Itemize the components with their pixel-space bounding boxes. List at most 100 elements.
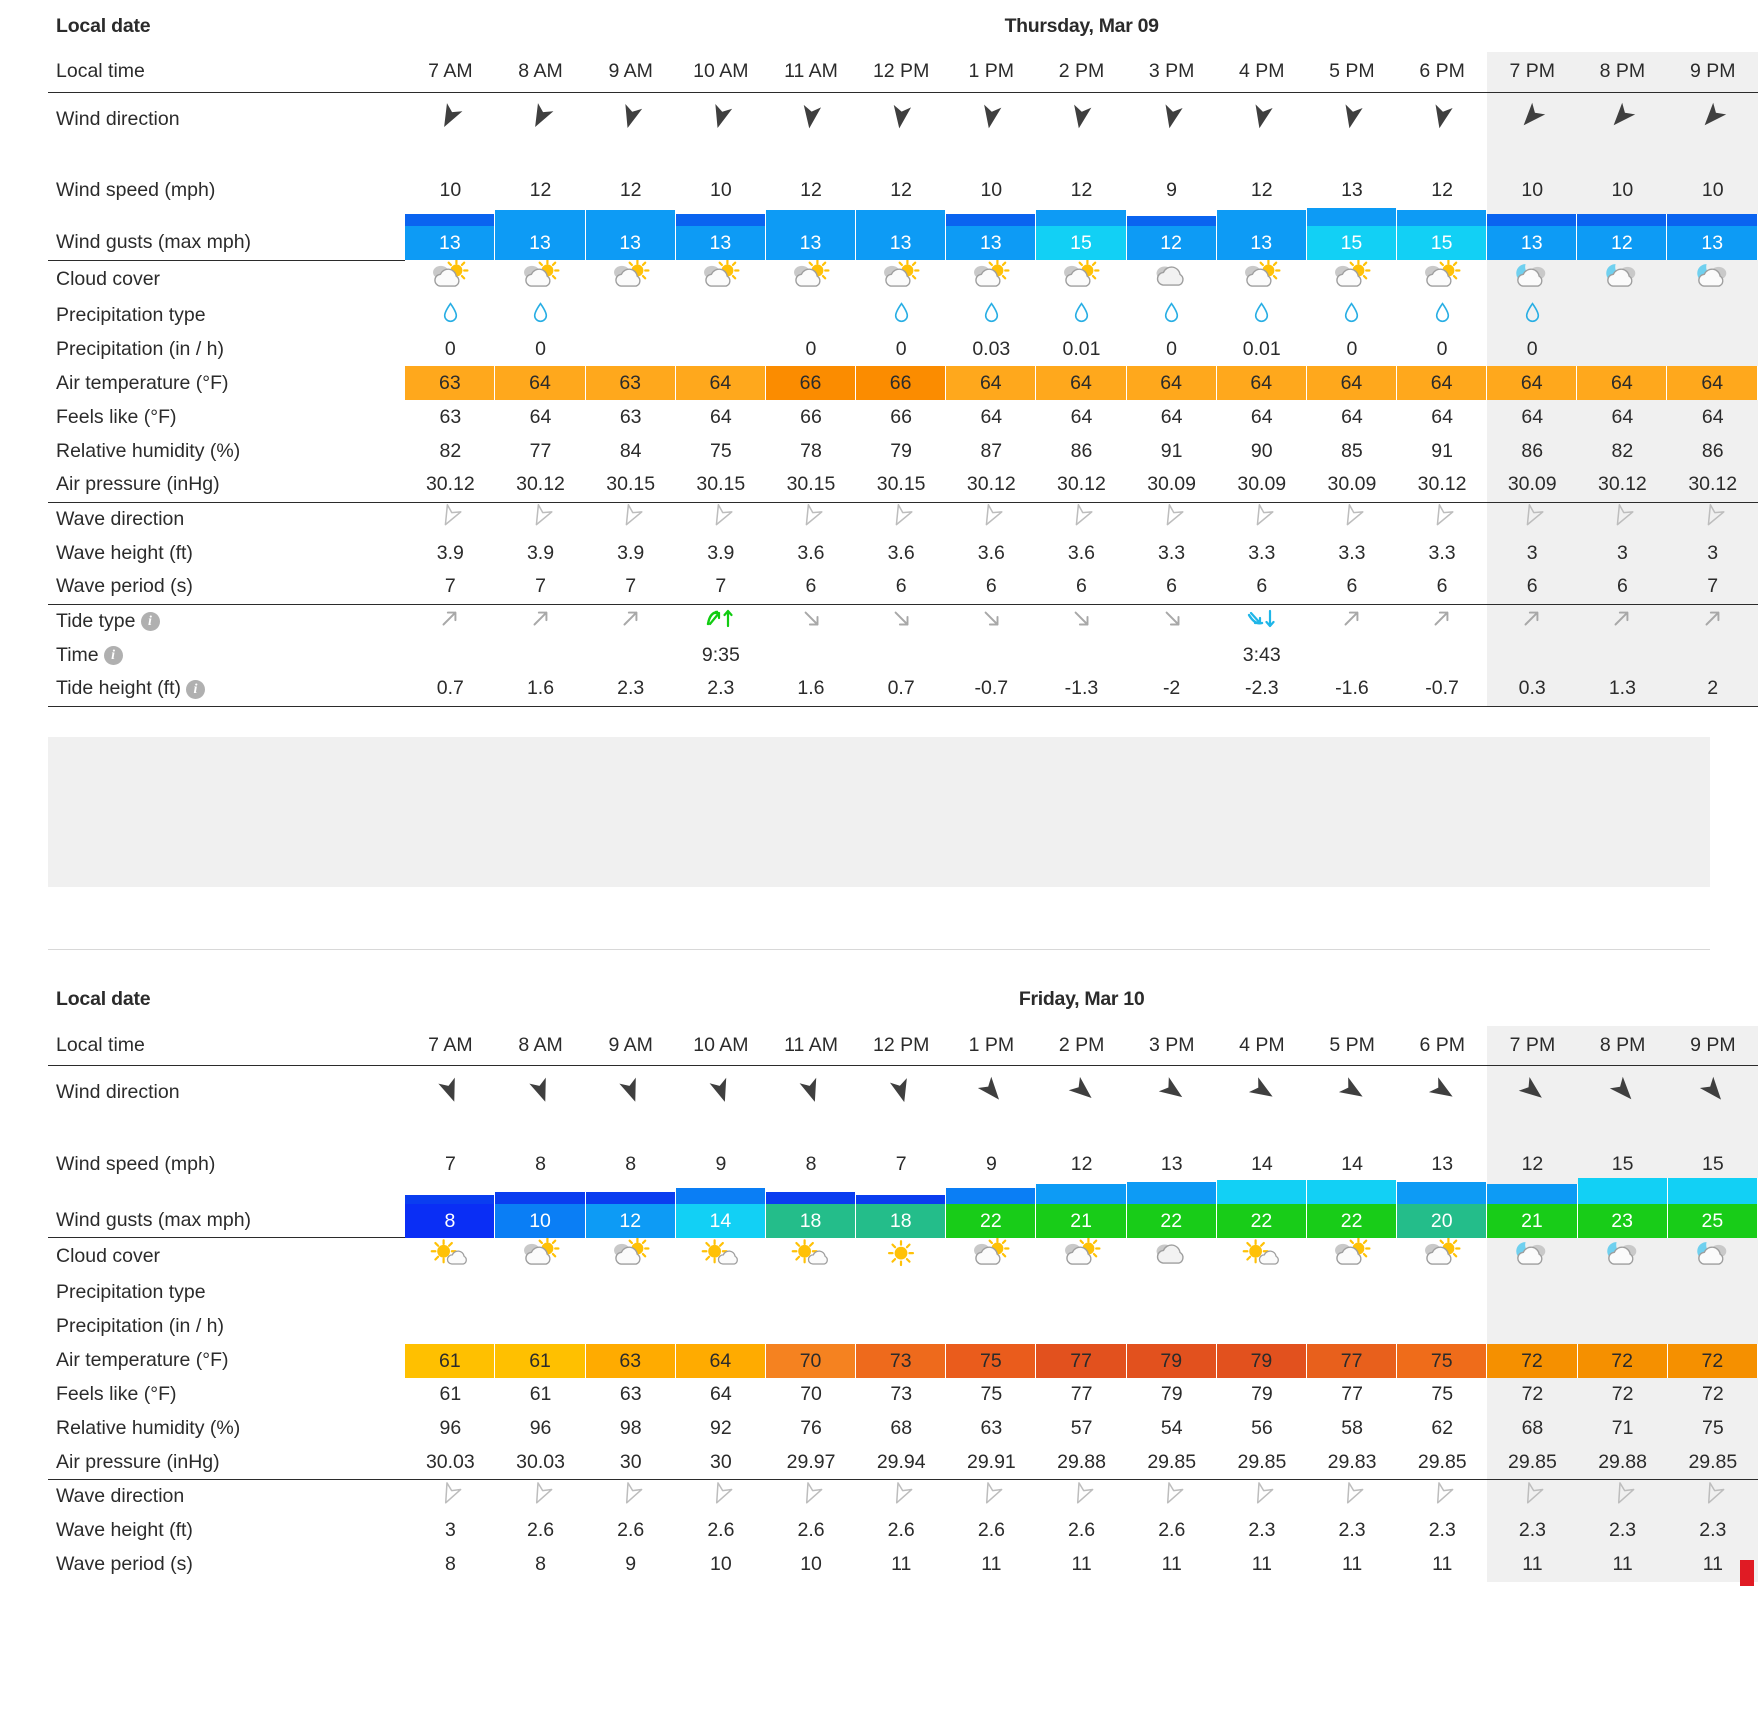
row-label-text: Air temperature (°F) [56, 371, 229, 394]
wind-speed-value: 14 [1341, 1152, 1363, 1175]
relative-humidity-value: 56 [1251, 1417, 1273, 1439]
feels-like-value: 73 [890, 1383, 913, 1405]
air-temperature-value: 64 [1036, 366, 1127, 400]
precipitation-amount-value: 0.01 [1062, 337, 1101, 360]
air-temperature-value: 73 [856, 1343, 947, 1378]
row-label-text: Tide type [56, 609, 136, 632]
air-pressure-value: 30.03 [405, 1445, 496, 1480]
wind-speed-bar [1487, 1177, 1578, 1204]
wind-speed-bar [765, 204, 857, 226]
row-label-text: Tide height (ft) [56, 677, 181, 700]
column-header-hour: 10 AM [675, 52, 766, 93]
air-temperature-value: 72 [1577, 1343, 1668, 1378]
row-label-text: Precipitation type [56, 1281, 206, 1303]
wind-speed-value: 13 [1431, 1152, 1454, 1175]
wave-height-value: 2.6 [707, 1519, 735, 1541]
precipitation-amount-value: 0 [444, 337, 456, 360]
wind-gust-value: 22 [1216, 1203, 1307, 1238]
wind-speed-value: 8 [805, 1152, 817, 1175]
precipitation-drop-icon [1397, 298, 1487, 332]
row-wind-speed-bar [48, 1177, 1758, 1204]
wave-height-value: 3 [444, 1519, 456, 1541]
row-label: Wave period (s) [48, 1548, 405, 1582]
precipitation-empty [1036, 1276, 1126, 1310]
tide-time-value [1487, 638, 1578, 672]
precipitation-empty [1577, 1275, 1668, 1310]
relative-humidity-value: 84 [619, 439, 642, 462]
column-header-hour: 8 PM [1577, 52, 1668, 93]
wind-arrow-icon [676, 1066, 766, 1120]
wind-speed-bar [1126, 1178, 1217, 1204]
wave-period-value: 6 [1577, 570, 1668, 605]
tide-height-value: 0.3 [1487, 672, 1578, 707]
wave-height-value: 3.6 [1067, 541, 1095, 564]
row-label-text: Air temperature (°F) [56, 1349, 229, 1371]
tide-time-value [405, 638, 495, 672]
wind-arrow-icon [1217, 1066, 1307, 1120]
tide-height-value: 2.3 [585, 672, 676, 707]
air-temperature-value: 64 [1216, 366, 1307, 400]
wave-height-value: 2.3 [1667, 1513, 1758, 1548]
feels-like-value: 70 [800, 1383, 822, 1405]
air-temperature-value: 75 [946, 1343, 1037, 1378]
wind-speed-value: 15 [1577, 1119, 1668, 1178]
tide-rising-icon [1577, 604, 1668, 638]
wind-arrow-icon [1397, 1066, 1487, 1120]
partly-cloudy-day-icon [1397, 1236, 1487, 1276]
row-label-text: Wave period (s) [56, 1553, 193, 1575]
column-header-hour: 5 PM [1307, 1025, 1398, 1066]
feels-like-value: 64 [1667, 400, 1758, 434]
row-feels-like: Feels like (°F) 61 61 63 64 70 73 75 77 79 79 77 75 7… [48, 1377, 1758, 1412]
wave-period-value: 10 [800, 1553, 822, 1575]
column-header-hour: 3 PM [1126, 1025, 1217, 1066]
wave-period-value: 9 [625, 1553, 637, 1575]
wave-height-value: 3.3 [1248, 541, 1276, 564]
precipitation-empty [676, 1276, 766, 1310]
wave-height-value: 2.6 [887, 1519, 915, 1541]
feels-like-value: 77 [1341, 1383, 1363, 1405]
wind-gust-value: 22 [1126, 1203, 1217, 1238]
precipitation-empty [946, 1276, 1036, 1310]
info-icon[interactable]: i [186, 679, 205, 699]
precipitation-amount-value [676, 1310, 766, 1344]
red-marker [1740, 1559, 1754, 1586]
partly-cloudy-night-icon [1577, 1237, 1668, 1276]
row-label-text: Feels like (°F) [56, 405, 177, 428]
tide-height-value: -2.3 [1216, 672, 1307, 707]
feels-like-value: 64 [1250, 405, 1273, 428]
row-label-text: Relative humidity (%) [56, 1417, 241, 1439]
wave-arrow-icon [1667, 1479, 1758, 1514]
precipitation-amount-value [586, 332, 676, 366]
relative-humidity-value: 54 [1160, 1417, 1183, 1439]
tide-rising-icon [1667, 604, 1758, 638]
wave-arrow-icon [1577, 502, 1668, 536]
wind-arrow-icon [1127, 92, 1217, 146]
row-air-pressure: Air pressure (inHg) 30.12 30.12 30.15 30.15 3… [48, 468, 1758, 503]
partly-cloudy-day-icon [405, 259, 495, 298]
wave-arrow-icon [1036, 1480, 1126, 1514]
feels-like-value: 64 [529, 405, 552, 428]
precipitation-empty [586, 1276, 676, 1310]
row-label: Local time [48, 1025, 406, 1066]
wind-gust-value: 13 [1216, 226, 1307, 260]
tide-height-value: -1.6 [1306, 672, 1397, 707]
row-label: Wind speed (mph) [48, 1120, 405, 1178]
row-label-text: Cloud cover [56, 267, 161, 290]
wind-arrow-icon [856, 1066, 946, 1120]
wind-speed-value: 10 [709, 179, 732, 201]
info-icon[interactable]: i [103, 645, 123, 665]
tide-height-value: -1.3 [1036, 672, 1127, 707]
row-label: Local time [48, 52, 406, 93]
wave-period-value: 11 [1577, 1547, 1668, 1582]
wind-arrow-icon [586, 1066, 676, 1120]
wind-speed-value: 12 [619, 179, 642, 201]
column-header-hour: 6 PM [1397, 52, 1488, 93]
wind-gust-value: 25 [1667, 1203, 1758, 1238]
wind-speed-value: 10 [1487, 146, 1578, 204]
wind-speed-value: 8 [625, 1152, 637, 1175]
info-icon[interactable]: i [140, 612, 160, 632]
wave-arrow-icon [495, 502, 585, 536]
relative-humidity-value: 86 [1667, 434, 1758, 468]
tide-time-value [946, 638, 1036, 672]
wave-height-value: 3 [1577, 536, 1668, 570]
